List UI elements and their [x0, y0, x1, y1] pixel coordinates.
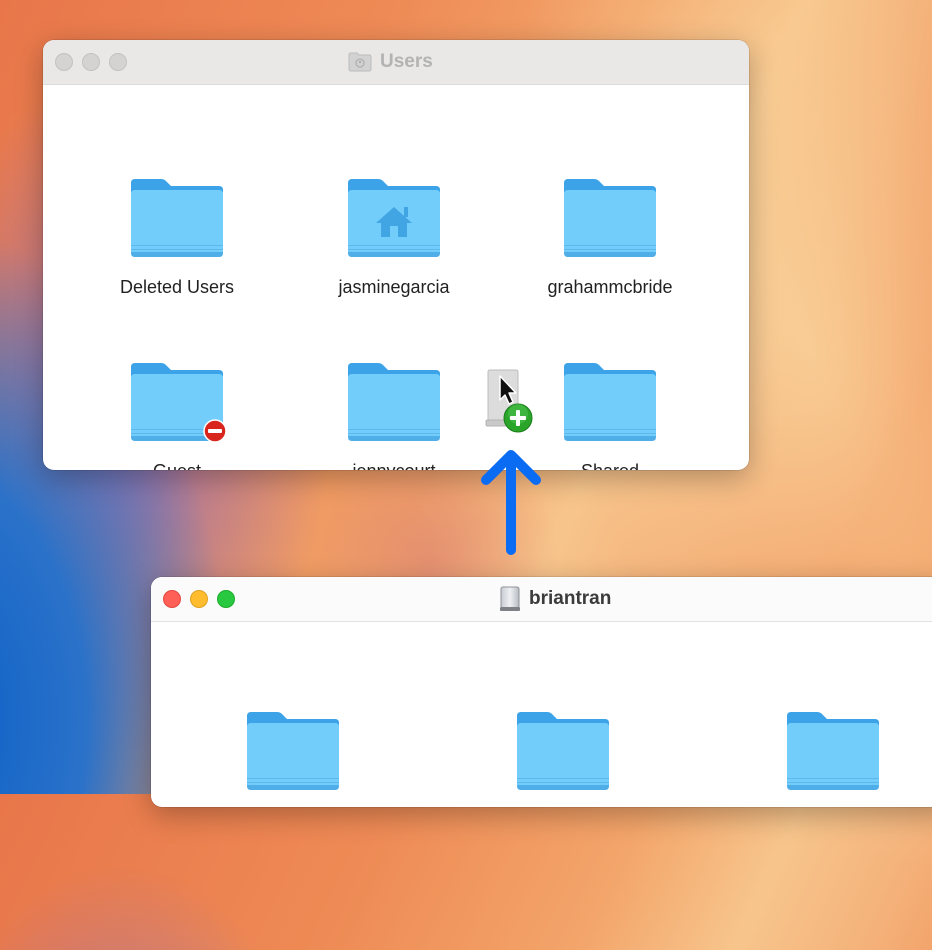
window-controls — [163, 590, 235, 608]
folder-icon — [129, 177, 225, 259]
folder-item[interactable]: Guest — [87, 361, 267, 470]
window-title-text: briantran — [529, 588, 612, 609]
window-title: briantran — [499, 577, 611, 621]
zoom-button[interactable] — [217, 590, 235, 608]
folder-icon — [346, 361, 442, 443]
drag-direction-arrow — [481, 450, 541, 555]
window-titlebar[interactable]: briantran — [151, 577, 932, 622]
window-controls — [55, 53, 127, 71]
folder-icon — [245, 710, 341, 792]
home-folder-icon — [346, 177, 442, 259]
copy-plus-badge-icon — [503, 403, 533, 433]
folder-icon — [785, 710, 881, 792]
folder-label: Deleted Users — [119, 277, 235, 297]
folder-label: Guest — [153, 461, 201, 470]
folder-icon — [129, 361, 227, 443]
window-title: Users — [348, 40, 433, 84]
folder-label: jennycourt — [352, 461, 435, 470]
folder-icon — [562, 361, 658, 443]
folder-icon — [515, 710, 611, 792]
briantran-finder-window[interactable]: briantran Desktop Documents Downloads — [151, 577, 932, 807]
folder-label: jasminegarcia — [338, 277, 450, 297]
window-title-text: Users — [380, 51, 433, 72]
folder-item[interactable]: jasminegarcia — [304, 177, 484, 298]
folder-icon — [562, 177, 658, 259]
users-finder-window[interactable]: Users Deleted Users jasminegarcia graham… — [43, 40, 749, 470]
close-button[interactable] — [55, 53, 73, 71]
zoom-button[interactable] — [109, 53, 127, 71]
minimize-button[interactable] — [82, 53, 100, 71]
folder-item[interactable]: Documents — [473, 710, 653, 807]
folder-label: Shared — [581, 461, 639, 470]
folder-item[interactable]: Downloads — [743, 710, 923, 807]
drive-icon — [500, 586, 520, 611]
users-folder-icon — [348, 52, 372, 72]
folder-item[interactable]: Desktop — [203, 710, 383, 807]
drag-proxy — [482, 368, 538, 436]
folder-item[interactable]: Deleted Users — [87, 177, 267, 298]
no-access-badge-icon — [203, 419, 227, 443]
folder-label: grahammcbride — [547, 277, 673, 297]
close-button[interactable] — [163, 590, 181, 608]
window-titlebar[interactable]: Users — [43, 40, 749, 85]
folder-item[interactable]: jennycourt — [304, 361, 484, 470]
minimize-button[interactable] — [190, 590, 208, 608]
folder-item[interactable]: grahammcbride — [520, 177, 700, 298]
folder-item[interactable]: Shared — [520, 361, 700, 470]
